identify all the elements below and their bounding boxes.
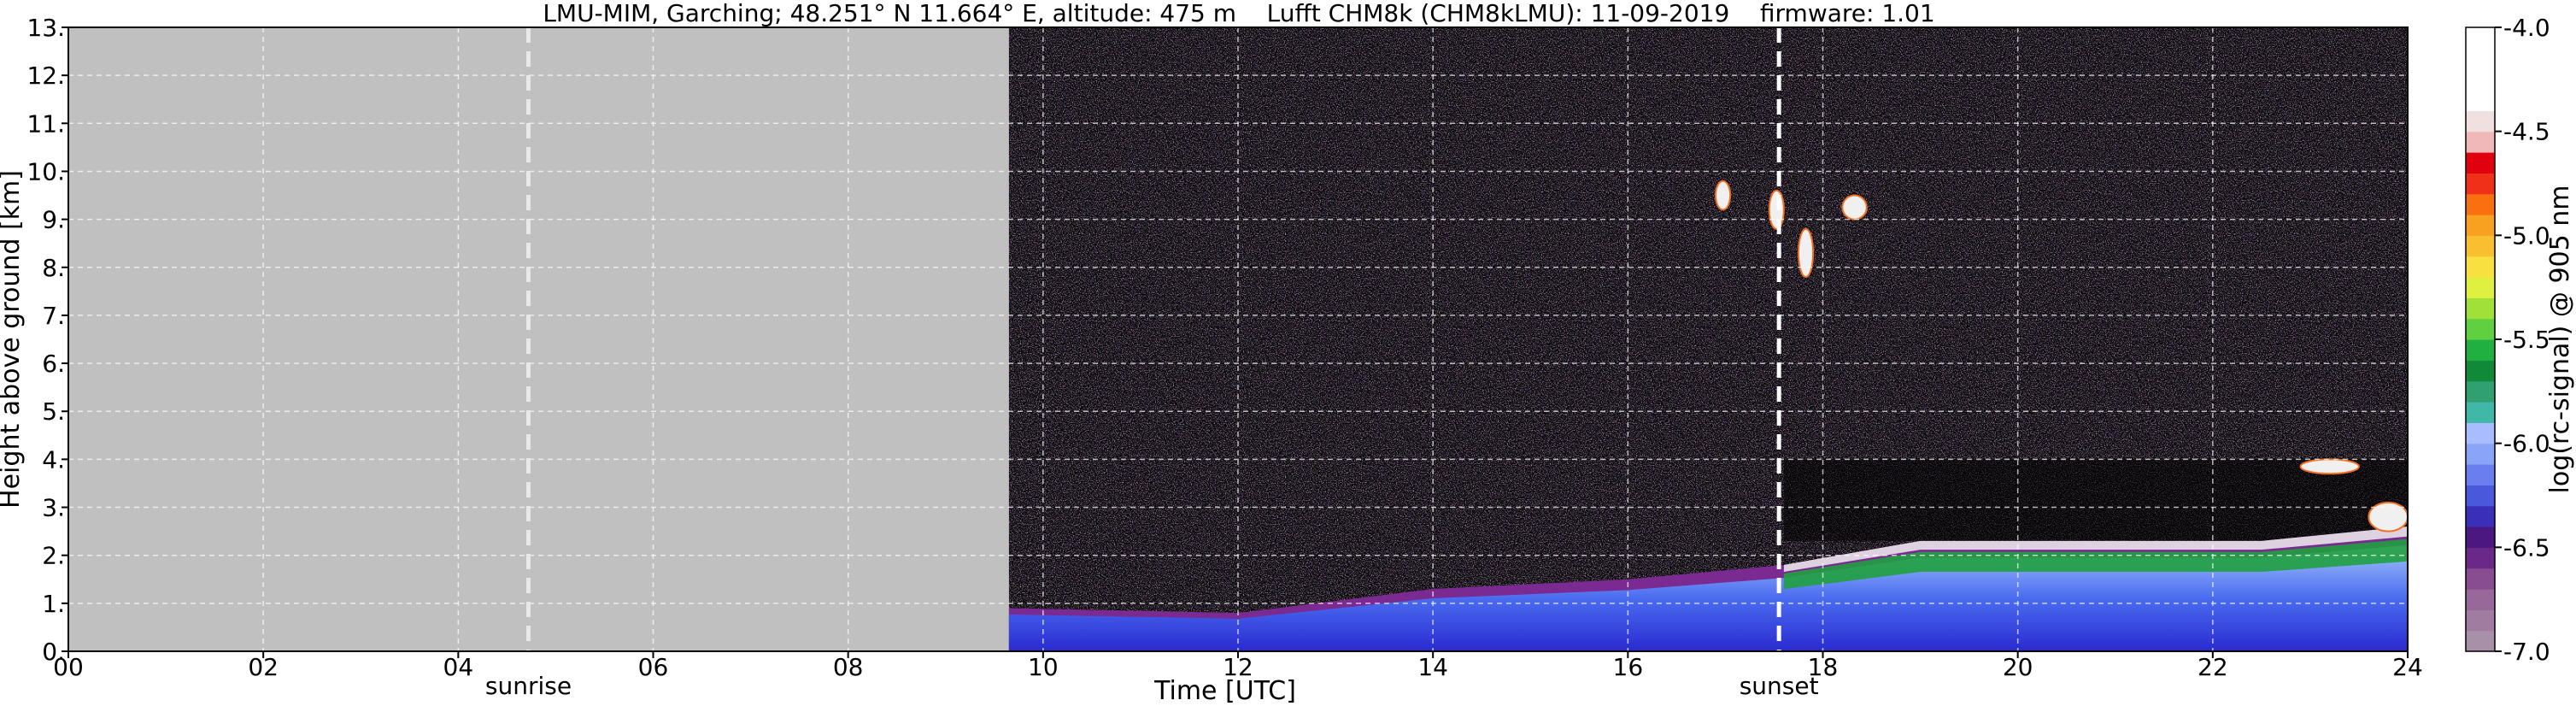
x-tick-label: 22 — [2198, 653, 2228, 681]
sunrise-label: sunrise — [485, 672, 572, 700]
colorbar-segment — [2466, 505, 2495, 527]
colorbar-segment — [2466, 443, 2495, 465]
colorbar-tick-label: -5.5 — [2503, 326, 2550, 354]
colorbar-segment — [2466, 630, 2495, 652]
cloud-feature — [2299, 458, 2360, 475]
colorbar-segment — [2466, 380, 2495, 403]
cloud-feature — [1715, 179, 1732, 211]
colorbar-segment — [2466, 360, 2495, 382]
y-tick-label: 10. — [26, 157, 65, 185]
colorbar-segment — [2466, 27, 2495, 49]
y-tick-label: 13. — [26, 14, 65, 42]
colorbar-segment — [2466, 422, 2495, 444]
colorbar-segment — [2466, 402, 2495, 423]
y-tick-label: 4. — [42, 445, 65, 474]
cloud-feature — [1841, 194, 1868, 221]
colorbar-segment — [2466, 235, 2495, 257]
cloud-feature — [1797, 227, 1815, 278]
colorbar-segment — [2466, 589, 2495, 610]
colorbar-segment — [2466, 297, 2495, 320]
x-axis-label: Time [UTC] — [1153, 676, 1296, 706]
colorbar-tick-label: -7.0 — [2503, 638, 2550, 666]
x-tick-label: 20 — [2003, 653, 2033, 681]
y-tick-label: 9. — [42, 206, 65, 234]
colorbar-segment — [2466, 547, 2495, 569]
colorbar-segment — [2466, 464, 2495, 485]
x-tick-label: 04 — [443, 653, 474, 681]
y-tick-label: 7. — [42, 302, 65, 330]
colorbar-tick-label: -5.0 — [2503, 221, 2550, 250]
x-tick-label: 10 — [1028, 653, 1059, 681]
colorbar-segment — [2466, 193, 2495, 215]
colorbar-tick-label: -6.5 — [2503, 533, 2550, 562]
sunset-label: sunset — [1740, 672, 1819, 700]
y-tick-label: 1. — [42, 590, 65, 618]
colorbar-segment — [2466, 527, 2495, 548]
colorbar-segment — [2466, 485, 2495, 507]
colorbar-label: log(rc-signal) @ 905 nm — [2545, 185, 2575, 494]
x-tick-label: 06 — [638, 653, 669, 681]
y-tick-label: 12. — [26, 62, 65, 90]
ceilometer-chart: 00 02 04 06 08 10 12 14 16 18 20 22 24sunrise sunset … — [0, 14, 2575, 706]
colorbar-segment — [2466, 609, 2495, 632]
y-tick-label: 5. — [42, 397, 65, 426]
colorbar-segment — [2466, 110, 2495, 132]
colorbar-segment — [2466, 215, 2495, 236]
y-tick-label: 2. — [42, 542, 65, 570]
x-tick-label: 16 — [1613, 653, 1644, 681]
y-tick-label: 8. — [42, 254, 65, 282]
colorbar-segment — [2466, 318, 2495, 340]
x-tick-label: 08 — [833, 653, 864, 681]
cloud-feature — [1768, 189, 1785, 230]
colorbar-segment — [2466, 173, 2495, 195]
colorbar-tick-label: -4.0 — [2503, 14, 2550, 42]
x-tick-label: 24 — [2392, 653, 2423, 681]
colorbar-segment — [2466, 131, 2495, 153]
colorbar-segment — [2466, 339, 2495, 361]
y-tick-label: 3. — [42, 494, 65, 522]
x-tick-label: 02 — [248, 653, 279, 681]
colorbar-tick-label: -4.5 — [2503, 118, 2550, 146]
y-axis-label: Height above ground [km] — [0, 170, 26, 509]
colorbar-segment — [2466, 277, 2495, 298]
y-tick-label: 6. — [42, 350, 65, 378]
y-tick-label: 11. — [26, 109, 65, 138]
colorbar-segment — [2466, 48, 2495, 70]
colorbar-segment — [2466, 152, 2495, 174]
colorbar-segment — [2466, 568, 2495, 590]
colorbar-tick-label: -6.0 — [2503, 430, 2550, 458]
colorbar-segment — [2466, 256, 2495, 278]
no-data-region — [68, 27, 1009, 651]
y-tick-label: 0. — [42, 638, 65, 666]
x-tick-label: 14 — [1417, 653, 1448, 681]
colorbar-segment — [2466, 68, 2495, 91]
colorbar-segment — [2466, 90, 2495, 111]
